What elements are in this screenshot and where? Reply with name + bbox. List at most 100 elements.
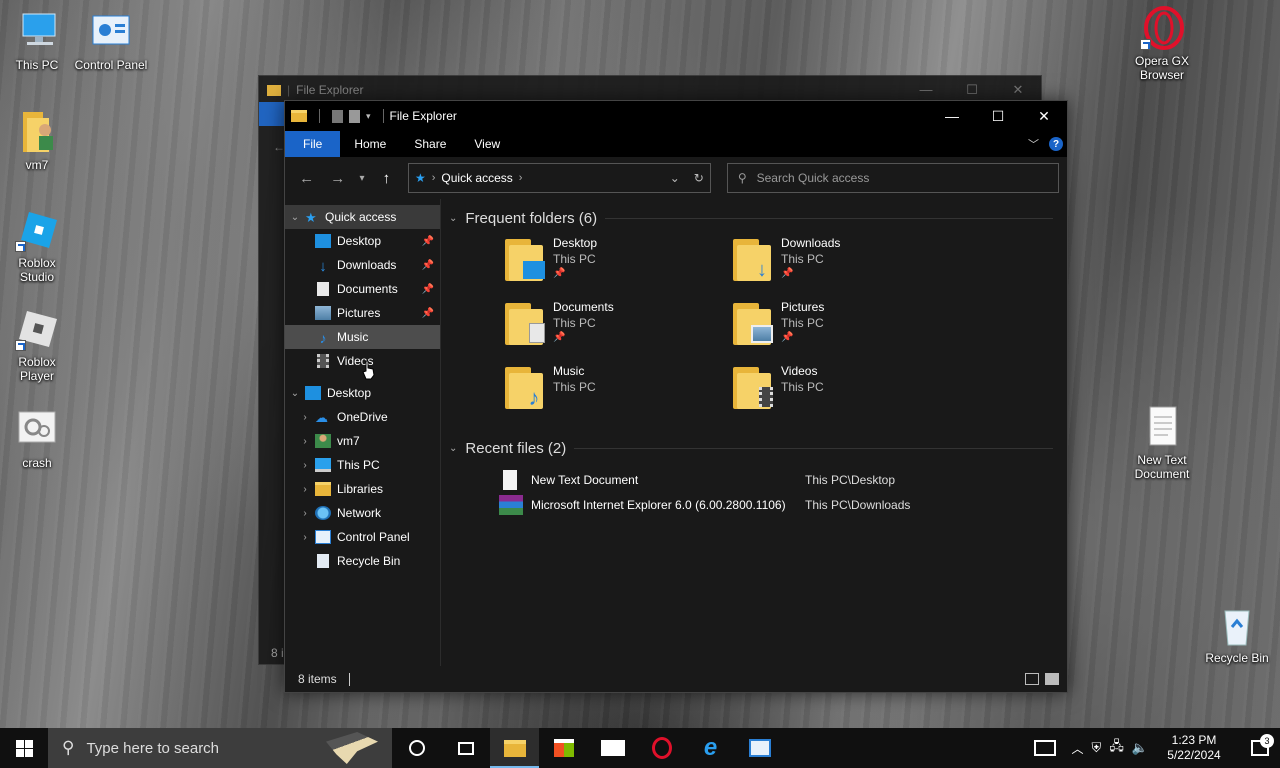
folder-tile-documents[interactable]: Documents This PC 📌: [505, 299, 733, 363]
crash-icon: [15, 408, 59, 452]
clock[interactable]: 1:23 PM 5/22/2024: [1156, 733, 1232, 763]
close-button[interactable]: ✕: [1021, 101, 1067, 131]
mail-icon: [600, 740, 625, 756]
action-center-button[interactable]: 3: [1240, 734, 1280, 756]
taskbar-mail[interactable]: [588, 728, 637, 768]
sidebar-item-onedrive[interactable]: › ☁ OneDrive: [285, 405, 440, 429]
desktop-icon-recycle-bin[interactable]: Recycle Bin: [1200, 603, 1274, 665]
desktop-icon-vm7[interactable]: vm7: [0, 110, 74, 172]
desktop-icon-crash[interactable]: crash: [0, 408, 74, 470]
folder-location: This PC: [553, 252, 596, 266]
music-icon: ♪: [319, 330, 327, 346]
sidebar-item-recycle-bin[interactable]: Recycle Bin: [285, 549, 440, 573]
customize-toolbar-chevron-icon[interactable]: ▾: [366, 111, 371, 122]
desktop-icon-opera-gx[interactable]: Opera GX Browser: [1125, 6, 1199, 82]
properties-icon[interactable]: [332, 109, 343, 123]
back-file-tab[interactable]: [259, 102, 285, 126]
recent-file-row[interactable]: New Text Document This PC\Desktop: [499, 467, 1067, 492]
folder-tile-downloads[interactable]: ↓ Downloads This PC 📌: [733, 235, 961, 299]
minimize-button[interactable]: —: [929, 101, 975, 131]
folder-tile-videos[interactable]: Videos This PC: [733, 363, 961, 427]
group-collapse-chevron-icon[interactable]: ⌄: [449, 213, 457, 224]
sidebar-item-desktop[interactable]: Desktop 📌: [285, 229, 440, 253]
show-hidden-icons-chevron-icon[interactable]: ︿: [1072, 740, 1084, 757]
status-bar: 8 items: [285, 666, 1067, 692]
close-button[interactable]: ✕: [995, 82, 1041, 98]
start-button[interactable]: [0, 728, 48, 768]
taskbar-store[interactable]: [539, 728, 588, 768]
taskbar-search-box[interactable]: ⚲ Type here to search: [48, 728, 392, 768]
sidebar-item-vm7[interactable]: › vm7: [285, 429, 440, 453]
folder-tile-pictures[interactable]: Pictures This PC 📌: [733, 299, 961, 363]
search-input[interactable]: ⚲ Search Quick access: [726, 163, 1059, 193]
new-folder-icon[interactable]: [349, 109, 360, 123]
breadcrumb-chevron-icon[interactable]: ›: [432, 172, 436, 184]
recent-locations-chevron-icon[interactable]: ▾: [355, 164, 369, 192]
group-collapse-chevron-icon[interactable]: ⌄: [449, 443, 457, 454]
folder-tile-music[interactable]: ♪ Music This PC: [505, 363, 733, 427]
taskbar-opera[interactable]: [637, 728, 686, 768]
collapsed-chevron-icon[interactable]: ›: [295, 532, 315, 543]
collapsed-chevron-icon[interactable]: ›: [295, 508, 315, 519]
videos-folder-icon: [733, 367, 773, 409]
recent-files-header[interactable]: ⌄ Recent files (2): [449, 435, 1067, 461]
frequent-folders-header[interactable]: ⌄ Frequent folders (6): [449, 205, 1067, 231]
sidebar-item-network[interactable]: › Network: [285, 501, 440, 525]
back-button[interactable]: ←: [293, 164, 320, 192]
desktop-icon-control-panel[interactable]: Control Panel: [74, 10, 148, 72]
details-view-icon[interactable]: [1025, 673, 1039, 685]
cortana-button[interactable]: [392, 728, 441, 768]
breadcrumb-chevron-icon[interactable]: ›: [519, 172, 523, 184]
sidebar-item-control-panel[interactable]: › Control Panel: [285, 525, 440, 549]
collapsed-chevron-icon[interactable]: ›: [295, 460, 315, 471]
collapsed-chevron-icon[interactable]: ›: [295, 412, 315, 423]
help-icon[interactable]: ?: [1049, 137, 1063, 151]
expand-ribbon-chevron-icon[interactable]: ﹀: [1028, 136, 1039, 152]
sidebar-item-this-pc[interactable]: › This PC: [285, 453, 440, 477]
expand-chevron-icon[interactable]: ⌄: [285, 212, 305, 223]
desktop-icon-this-pc[interactable]: This PC: [0, 10, 74, 72]
desktop-icon-roblox-player[interactable]: Roblox Player: [0, 307, 74, 383]
desktop-icon-roblox-studio[interactable]: Roblox Studio: [0, 208, 74, 284]
title-bar[interactable]: ▾ File Explorer — ☐ ✕: [285, 101, 1067, 131]
clock-time: 1:23 PM: [1171, 733, 1217, 747]
folder-tile-desktop[interactable]: Desktop This PC 📌: [505, 235, 733, 299]
sidebar-item-label: OneDrive: [337, 410, 388, 424]
expand-chevron-icon[interactable]: ⌄: [285, 388, 305, 399]
sidebar-item-libraries[interactable]: › Libraries: [285, 477, 440, 501]
taskbar-file-explorer[interactable]: [490, 728, 539, 768]
tab-file[interactable]: File: [285, 131, 341, 157]
recent-file-row[interactable]: Microsoft Internet Explorer 6.0 (6.00.28…: [499, 492, 1067, 517]
security-alert-icon[interactable]: ⛨: [1092, 740, 1102, 756]
tab-view[interactable]: View: [460, 131, 514, 157]
minimize-button[interactable]: —: [903, 82, 949, 98]
collapsed-chevron-icon[interactable]: ›: [295, 484, 315, 495]
up-button[interactable]: ↑: [373, 164, 400, 192]
network-disconnected-icon[interactable]: 🖧: [1109, 737, 1124, 759]
maximize-button[interactable]: ☐: [949, 82, 995, 98]
folder-location: This PC: [553, 380, 596, 394]
task-view-button[interactable]: [441, 728, 490, 768]
sidebar-item-quick-access[interactable]: ⌄ ★ Quick access: [285, 205, 440, 229]
large-icons-view-icon[interactable]: [1045, 673, 1059, 685]
sidebar-item-pictures[interactable]: Pictures 📌: [285, 301, 440, 325]
file-explorer-window[interactable]: ▾ File Explorer — ☐ ✕ File Home Share Vi…: [284, 100, 1068, 693]
sidebar-item-documents[interactable]: Documents 📌: [285, 277, 440, 301]
forward-button[interactable]: →: [324, 164, 351, 192]
address-bar[interactable]: ★ › Quick access › ⌄ ↻: [407, 163, 711, 193]
taskbar-internet-explorer[interactable]: e: [686, 728, 735, 768]
volume-muted-icon[interactable]: 🔈: [1132, 740, 1148, 756]
collapsed-chevron-icon[interactable]: ›: [295, 436, 315, 447]
sidebar-item-downloads[interactable]: ↓ Downloads 📌: [285, 253, 440, 277]
news-widget-icon[interactable]: [1033, 740, 1056, 756]
address-dropdown-chevron-icon[interactable]: ⌄: [670, 171, 680, 185]
tab-home[interactable]: Home: [340, 131, 400, 157]
desktop-icon-new-text-document[interactable]: New Text Document: [1125, 405, 1199, 481]
sidebar-item-music[interactable]: ♪ Music: [285, 325, 440, 349]
refresh-icon[interactable]: ↻: [694, 171, 704, 185]
tab-share[interactable]: Share: [400, 131, 460, 157]
maximize-button[interactable]: ☐: [975, 101, 1021, 131]
breadcrumb-quick-access[interactable]: Quick access: [441, 171, 512, 185]
taskbar-control-panel[interactable]: [735, 728, 784, 768]
sidebar-item-desktop-root[interactable]: ⌄ Desktop: [285, 381, 440, 405]
